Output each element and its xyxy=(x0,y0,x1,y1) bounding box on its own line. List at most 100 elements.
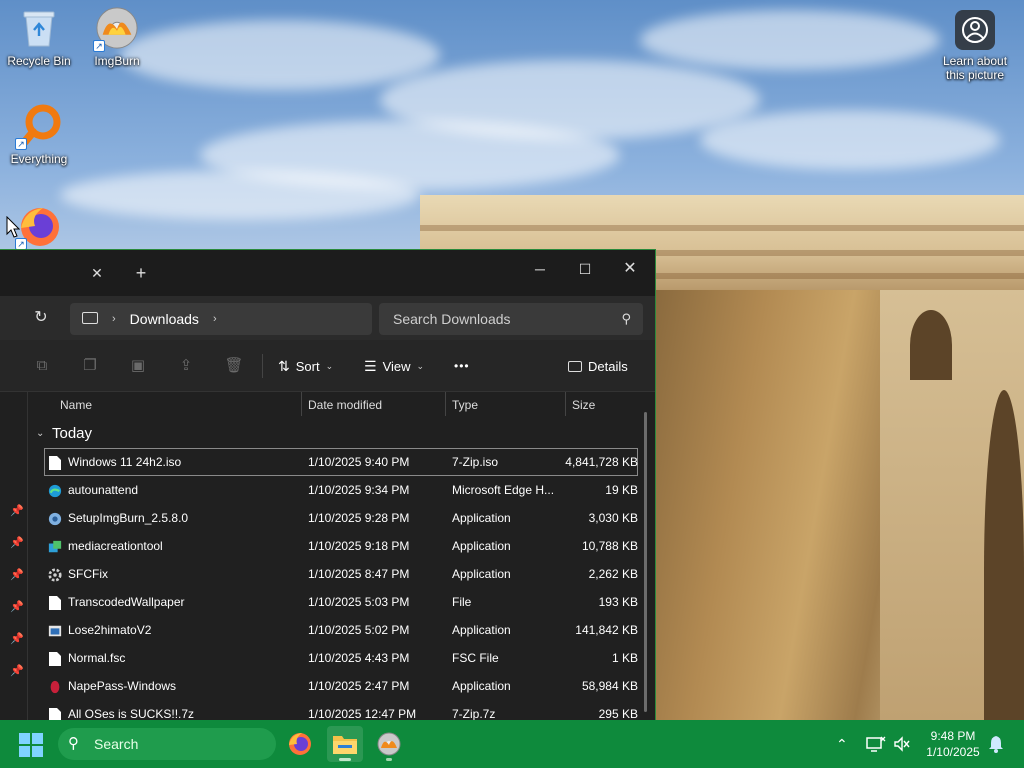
imgburn-icon: ↗ xyxy=(93,6,139,52)
taskbar-file-explorer[interactable] xyxy=(327,726,363,762)
file-type: Application xyxy=(452,539,511,553)
view-label: View xyxy=(382,358,411,374)
taskbar: ⚲ Search ⌃ 9:48 PM 1/10/2025 xyxy=(0,720,1024,768)
address-bar[interactable]: › Downloads › xyxy=(70,303,372,335)
details-pane-icon xyxy=(568,360,582,372)
pin-icon[interactable]: 📌 xyxy=(10,504,24,518)
close-window-icon[interactable]: ✕ xyxy=(607,254,653,284)
file-name: TranscodedWallpaper xyxy=(68,595,185,609)
vertical-scrollbar[interactable] xyxy=(644,412,647,712)
more-options-button[interactable]: ••• xyxy=(454,354,470,378)
search-icon: ⚲ xyxy=(68,735,79,752)
file-type: File xyxy=(452,595,472,609)
file-date: 1/10/2025 9:34 PM xyxy=(308,483,410,497)
taskbar-search-label: Search xyxy=(94,736,139,752)
folder-icon xyxy=(333,736,357,754)
column-size[interactable]: Size xyxy=(572,398,595,412)
delete-icon[interactable]: 🗑 xyxy=(224,356,244,376)
file-date: 1/10/2025 4:43 PM xyxy=(308,651,410,665)
pin-icon[interactable]: 📌 xyxy=(10,568,24,582)
pin-icon[interactable]: 📌 xyxy=(10,664,24,678)
taskbar-firefox[interactable] xyxy=(282,726,318,762)
chevron-down-icon: ⌄ xyxy=(325,360,334,371)
notification-center[interactable] xyxy=(988,720,1004,768)
new-tab-icon[interactable]: + xyxy=(130,262,152,284)
column-headers: Name Date modified Type Size xyxy=(30,392,646,420)
recycle-bin-label: Recycle Bin xyxy=(7,54,71,68)
breadcrumb-downloads[interactable]: Downloads xyxy=(130,311,199,327)
pin-icon[interactable]: 📌 xyxy=(10,536,24,550)
file-type: Application xyxy=(452,623,511,637)
start-button[interactable] xyxy=(18,732,44,758)
chevron-up-icon: ⌃ xyxy=(836,735,848,752)
paste-icon[interactable]: ▣ xyxy=(128,356,148,376)
breadcrumb-chevron-icon[interactable]: › xyxy=(112,313,116,325)
imgburn-label: ImgBurn xyxy=(94,54,140,68)
close-tab-icon[interactable]: ✕ xyxy=(86,262,108,284)
table-row[interactable]: All OSes is SUCKS!!.7z 1/10/2025 12:47 P… xyxy=(30,700,646,720)
windows-logo-icon xyxy=(19,733,43,757)
file-type: Application xyxy=(452,567,511,581)
file-size: 193 KB xyxy=(598,595,638,609)
mouse-cursor-icon xyxy=(6,216,20,238)
desktop-icon-imgburn[interactable]: ↗ ImgBurn xyxy=(78,6,156,68)
taskbar-search[interactable]: ⚲ Search xyxy=(58,728,276,760)
desktop-icon-recycle-bin[interactable]: Recycle Bin xyxy=(0,6,78,68)
explorer-content: 📌 📌 📌 📌 📌 📌 Name Date modified Type Size… xyxy=(0,392,655,720)
file-size: 141,842 KB xyxy=(575,623,638,637)
system-clock[interactable]: 9:48 PM 1/10/2025 xyxy=(918,728,988,760)
column-name[interactable]: Name xyxy=(60,398,92,412)
show-hidden-icons[interactable]: ⌃ xyxy=(836,720,848,768)
file-name: SetupImgBurn_2.5.8.0 xyxy=(68,511,189,525)
cut-icon[interactable]: ⧉ xyxy=(32,356,52,376)
toolbar-divider xyxy=(262,354,263,378)
file-type: 7-Zip.iso xyxy=(452,455,499,469)
table-row[interactable]: NapePass-Windows 1/10/2025 2:47 PM Appli… xyxy=(30,672,646,700)
file-date: 1/10/2025 12:47 PM xyxy=(308,707,417,720)
file-type: Application xyxy=(452,511,511,525)
everything-search-icon: ↗ xyxy=(15,104,61,150)
table-row[interactable]: SFCFix 1/10/2025 8:47 PM Application 2,2… xyxy=(30,560,646,588)
maximize-icon[interactable]: ☐ xyxy=(562,254,608,284)
refresh-icon[interactable]: ↻ xyxy=(28,304,54,332)
file-name: All OSes is SUCKS!!.7z xyxy=(68,707,195,720)
table-row[interactable]: SetupImgBurn_2.5.8.0 1/10/2025 9:28 PM A… xyxy=(30,504,646,532)
sort-label: Sort xyxy=(295,358,320,374)
pin-icon[interactable]: 📌 xyxy=(10,600,24,614)
copy-icon[interactable]: ❐ xyxy=(80,356,100,376)
table-row[interactable]: Lose2himatoV2 1/10/2025 5:02 PM Applicat… xyxy=(30,616,646,644)
table-row[interactable]: Normal.fsc 1/10/2025 4:43 PM FSC File 1 … xyxy=(30,644,646,672)
volume-status[interactable] xyxy=(893,720,911,768)
share-icon[interactable]: ⇪ xyxy=(176,356,196,376)
learn-about-picture[interactable]: Learn about this picture xyxy=(938,10,1012,82)
table-row[interactable]: Windows 11 24h2.iso 1/10/2025 9:40 PM 7-… xyxy=(44,448,638,476)
column-date-modified[interactable]: Date modified xyxy=(308,398,382,412)
file-size: 3,030 KB xyxy=(588,511,638,525)
group-header-today[interactable]: ⌄ Today xyxy=(30,420,646,448)
breadcrumb-chevron-icon[interactable]: › xyxy=(213,313,217,325)
view-button[interactable]: ☰ View ⌄ xyxy=(364,354,424,378)
minimize-icon[interactable]: ─ xyxy=(517,254,563,284)
view-icon: ☰ xyxy=(364,357,377,374)
file-date: 1/10/2025 9:18 PM xyxy=(308,539,410,553)
table-row[interactable]: TranscodedWallpaper 1/10/2025 5:03 PM Fi… xyxy=(30,588,646,616)
table-row[interactable]: autounattend 1/10/2025 9:34 PM Microsoft… xyxy=(30,476,646,504)
details-button[interactable]: Details xyxy=(568,354,628,378)
file-icon xyxy=(49,596,61,610)
column-type[interactable]: Type xyxy=(452,398,478,412)
search-input[interactable]: Search Downloads ⚲ xyxy=(379,303,643,335)
app-window-icon xyxy=(48,625,62,637)
file-name: Lose2himatoV2 xyxy=(68,623,152,637)
network-status[interactable] xyxy=(866,720,886,768)
file-date: 1/10/2025 9:40 PM xyxy=(308,455,410,469)
navigation-pane: 📌 📌 📌 📌 📌 📌 xyxy=(0,392,28,720)
file-icon xyxy=(49,708,61,720)
table-row[interactable]: mediacreationtool 1/10/2025 9:18 PM Appl… xyxy=(30,532,646,560)
shortcut-arrow-icon: ↗ xyxy=(93,40,105,52)
desktop-icon-everything[interactable]: ↗ Everything xyxy=(0,104,78,166)
taskbar-imgburn[interactable] xyxy=(371,726,407,762)
sort-button[interactable]: ⇅ Sort ⌄ xyxy=(278,354,333,378)
pin-icon[interactable]: 📌 xyxy=(10,632,24,646)
file-list: Name Date modified Type Size ⌄ Today Win… xyxy=(30,392,647,720)
file-size: 1 KB xyxy=(611,651,638,665)
